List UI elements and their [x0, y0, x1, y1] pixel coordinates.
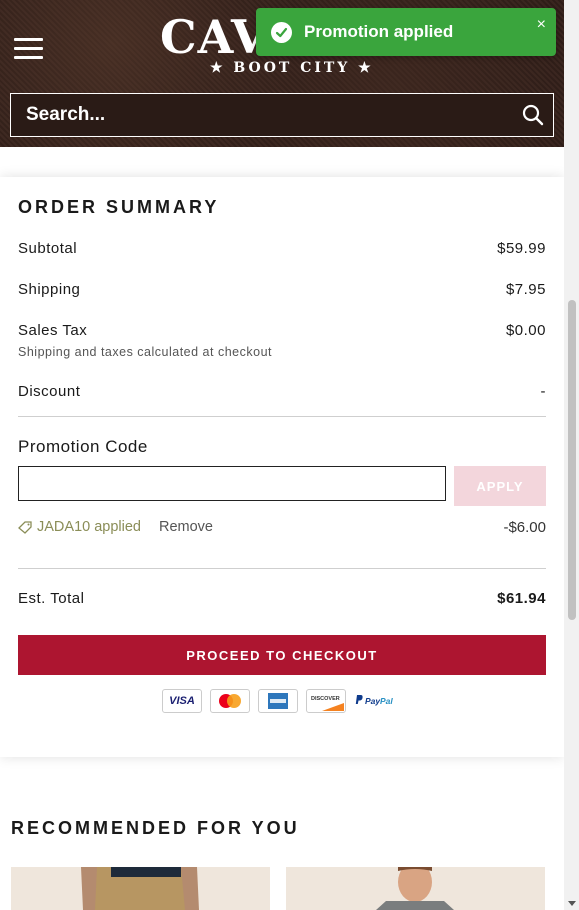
- promo-code-label: Promotion Code: [18, 437, 148, 456]
- mastercard-icon: [210, 689, 250, 713]
- paypal-icon: Pay Pal: [354, 689, 398, 713]
- payment-methods: VISA DISCOVER Pay Pal: [162, 689, 398, 713]
- applied-code-text: JADA10 applied: [37, 519, 141, 535]
- menu-icon[interactable]: [14, 38, 44, 60]
- product-image: [11, 867, 270, 910]
- logo-tagline: ★ BOOT CITY ★: [210, 60, 374, 76]
- est-total-value: $61.94: [497, 590, 546, 607]
- scrollbar-thumb[interactable]: [568, 300, 576, 620]
- est-total-row: Est. Total $61.94: [18, 590, 546, 607]
- order-summary-title: ORDER SUMMARY: [18, 197, 220, 217]
- scrollbar[interactable]: [564, 0, 579, 910]
- recommended-title: RECOMMENDED FOR YOU: [11, 818, 300, 838]
- scroll-down-arrow-icon[interactable]: [568, 901, 576, 906]
- divider: [18, 416, 546, 417]
- sales-tax-value: $0.00: [505, 322, 546, 339]
- promotion-toast: Promotion applied ×: [256, 8, 556, 56]
- close-icon[interactable]: ×: [537, 16, 546, 34]
- subtotal-label: Subtotal: [18, 240, 78, 257]
- promo-discount-amount: -$6.00: [503, 519, 546, 536]
- tax-note: Shipping and taxes calculated at checkou…: [18, 345, 272, 359]
- svg-text:Pay: Pay: [365, 696, 381, 706]
- subtotal-row: Subtotal $59.99: [18, 240, 546, 257]
- recommended-product-card[interactable]: [11, 867, 270, 910]
- tag-icon: [18, 520, 32, 534]
- toast-message: Promotion applied: [304, 22, 454, 41]
- visa-icon: VISA: [162, 689, 202, 713]
- shipping-value: $7.95: [505, 281, 546, 298]
- svg-text:Pal: Pal: [380, 696, 393, 706]
- proceed-to-checkout-button[interactable]: PROCEED TO CHECKOUT: [18, 635, 546, 675]
- sales-tax-label: Sales Tax: [18, 322, 88, 339]
- order-summary-card: ORDER SUMMARY Subtotal $59.99 Shipping $…: [0, 177, 564, 757]
- search-bar[interactable]: Search...: [10, 93, 554, 137]
- subtotal-value: $59.99: [497, 240, 546, 257]
- applied-promo: JADA10 applied Remove: [18, 519, 213, 535]
- remove-promo-link[interactable]: Remove: [159, 519, 213, 535]
- check-circle-icon: [271, 21, 292, 43]
- shipping-label: Shipping: [18, 281, 81, 298]
- svg-text:DISCOVER: DISCOVER: [311, 696, 340, 702]
- amex-icon: [258, 689, 298, 713]
- discount-label: Discount: [18, 383, 81, 400]
- search-input[interactable]: Search...: [11, 104, 513, 126]
- search-icon[interactable]: [513, 95, 553, 135]
- recommended-product-card[interactable]: [286, 867, 545, 910]
- divider: [18, 568, 546, 569]
- discount-value: -: [540, 383, 546, 400]
- sales-tax-row: Sales Tax $0.00: [18, 322, 546, 339]
- discount-row: Discount -: [18, 383, 546, 400]
- product-image: [286, 867, 545, 910]
- est-total-label: Est. Total: [18, 590, 85, 607]
- shipping-row: Shipping $7.95: [18, 281, 546, 298]
- discover-icon: DISCOVER: [306, 689, 346, 713]
- promo-code-input[interactable]: [18, 466, 446, 501]
- apply-button[interactable]: APPLY: [454, 466, 546, 506]
